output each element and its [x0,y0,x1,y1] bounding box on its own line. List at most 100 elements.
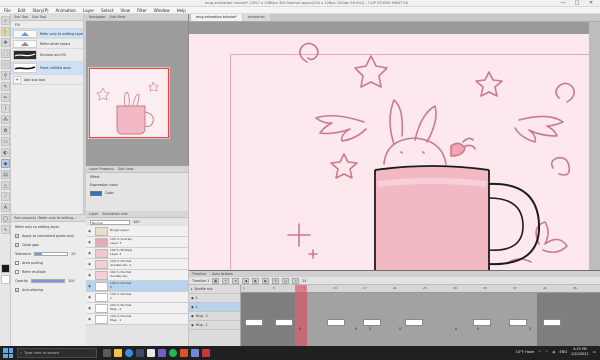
notification-icon[interactable]: ▭ [593,350,596,354]
tab-sub-view[interactable]: Sub View [110,15,126,19]
weather-status[interactable]: 10°F Haze [515,350,534,354]
eye-icon[interactable]: ◉ [88,240,93,244]
eyedropper-icon[interactable]: ⚲ [1,71,10,80]
anti-aliasing-option[interactable]: ✓ Anti-aliasing [11,285,90,294]
layer-row[interactable]: ◉ 100 % Normal Mug - 2 [86,303,188,314]
tool-property-title[interactable]: Tool property (Refer only to editing... [14,216,76,220]
pencil-icon[interactable]: ✏ [1,93,10,102]
playhead-marker[interactable] [295,285,307,347]
timeline-cel[interactable] [245,319,263,326]
menu-select[interactable]: Select [101,8,113,13]
close-button[interactable]: ✕ [584,0,598,7]
play-icon[interactable]: ▶ [252,277,260,284]
navigator-view-frame[interactable] [89,68,169,138]
eye-icon[interactable]: ◉ [191,314,194,318]
layer-row[interactable]: ◉ 100 % Normal doodles etc. [86,270,188,281]
menu-layer[interactable]: Layer [83,8,94,13]
track-label-selected[interactable]: ◉ 1 [189,303,240,312]
maximize-button[interactable]: □ [570,0,584,7]
timeline-cel[interactable] [327,319,345,326]
menu-story[interactable]: Story(P) [32,8,48,13]
chrome-icon[interactable] [125,349,133,357]
sub-tool-refer-editing[interactable]: Refer only to editing layer [11,29,83,39]
decoration-icon[interactable]: ✿ [1,126,10,135]
timeline-name[interactable]: Timeline 1 [192,279,209,283]
brush-icon[interactable]: ⌇ [1,104,10,113]
canvas-area[interactable] [189,22,600,270]
menu-edit[interactable]: Edit [18,8,26,13]
gradient-icon[interactable]: ▤ [1,170,10,179]
eye-icon[interactable]: ◉ [191,296,194,300]
menu-filter[interactable]: Filter [137,8,147,13]
connected-pixels-option[interactable]: ✓ Apply to connected pixels only [11,231,90,240]
area-scaling-option[interactable]: Area scaling [11,258,90,267]
app-icon[interactable] [202,349,210,357]
eye-icon[interactable]: ◉ [191,305,194,309]
clip-studio-icon[interactable] [147,349,155,357]
tab-navigator[interactable]: Navigator [89,15,106,19]
tab-auto-actions[interactable]: Auto Actions [212,272,233,276]
track-label[interactable]: ◉ 1 [189,294,240,303]
opacity-slider[interactable] [31,278,66,283]
menu-help[interactable]: Help [177,8,186,13]
app-icon[interactable] [136,349,144,357]
windows-start-icon[interactable] [3,348,13,358]
tab-timeline[interactable]: Timeline [192,272,206,276]
eye-icon[interactable]: ◉ [88,262,93,266]
figure-icon[interactable]: △ [1,181,10,190]
layer-row-selected[interactable]: ◉ 100 % Normal 1 [86,281,188,292]
select-icon[interactable]: ⬚ [1,49,10,58]
tab-layer[interactable]: Layer [89,212,98,216]
new-cel-icon[interactable]: + [222,277,230,284]
menu-window[interactable]: Window [154,8,170,13]
track-label[interactable]: ▸ Bunfile mix [189,285,240,294]
opacity-value[interactable]: 100 [68,279,74,283]
previous-frame-icon[interactable]: ◀ [242,277,250,284]
tab-document-mug[interactable]: mug animation tutorial* [191,14,242,21]
sub-tool-refer-other[interactable]: Refer other layers [11,39,83,49]
sub-tool-paint-unfilled[interactable]: Paint unfilled area [11,62,83,75]
sub-color-swatch[interactable] [1,275,10,284]
app-icon[interactable] [180,349,188,357]
track-label[interactable]: ◉ Mug - 1 [189,321,240,330]
app-icon[interactable] [169,349,177,357]
pen-icon[interactable]: ✎ [1,82,10,91]
layer-row[interactable]: ◉ Rough paper [86,226,188,237]
new-timeline-icon[interactable]: ▣ [212,277,220,284]
tab-sub-tool-2[interactable]: Sub Tool [32,15,46,19]
timeline-cel[interactable] [363,319,381,326]
eye-icon[interactable]: ◉ [88,306,93,310]
eye-icon[interactable]: ◉ [88,229,93,233]
file-explorer-icon[interactable] [114,349,122,357]
menu-animation[interactable]: Animation [56,8,76,13]
timeline-frame-grid[interactable]: 1 5 9 13 17 21 25 29 33 37 41 45 [241,285,600,347]
refer-multiple-option[interactable]: Refer multiple [11,267,90,276]
wifi-icon[interactable]: ◠ [545,350,548,354]
blend-icon[interactable]: ◐ [1,148,10,157]
eye-icon[interactable]: ◉ [88,284,93,288]
zoom-icon[interactable]: ⌕ [1,16,10,25]
eye-icon[interactable]: ◉ [88,295,93,299]
timeline-cel[interactable] [509,319,527,326]
delete-cel-icon[interactable]: ✕ [232,277,240,284]
eye-icon[interactable]: ◉ [88,317,93,321]
onion-skin-icon[interactable]: ◎ [282,277,290,284]
layer-row[interactable]: ◉ 100 % Multiply Layer 2 [86,248,188,259]
opacity-option[interactable]: Opacity 100 [11,276,90,285]
eye-icon[interactable]: ◉ [88,251,93,255]
checkbox-icon[interactable]: ✓ [15,242,19,247]
checkbox-icon[interactable] [15,269,19,274]
language-indicator[interactable]: ENG [559,350,567,354]
balloon-icon[interactable]: ◯ [1,214,10,223]
frame-count[interactable]: 24 [302,279,306,283]
taskbar-search[interactable]: ⌕ Type here to search [17,348,97,358]
tolerance-slider[interactable] [34,251,69,256]
lasso-icon[interactable]: ◌ [1,60,10,69]
timeline-cel[interactable] [275,319,293,326]
tab-layer-property[interactable]: Layer Property [89,167,114,171]
text-icon[interactable]: A [1,203,10,212]
minimize-button[interactable]: — [556,0,570,7]
layer-row[interactable]: ◉ 100 % Normal 1 [86,292,188,303]
move-icon[interactable]: ✥ [1,38,10,47]
airbrush-icon[interactable]: ⁂ [1,115,10,124]
